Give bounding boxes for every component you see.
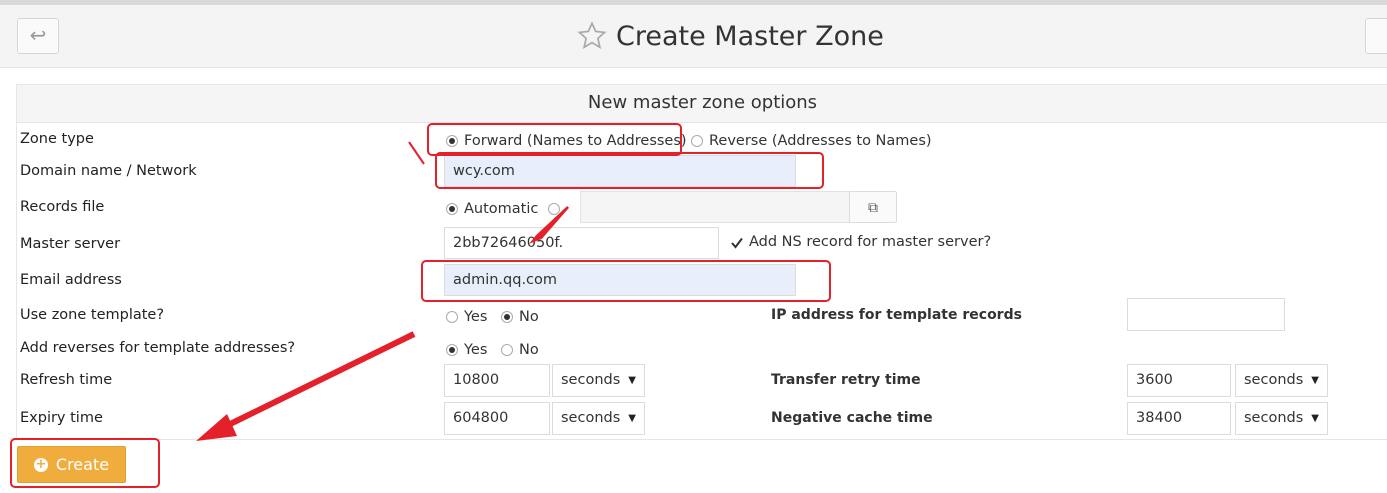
zone-template-yes-radio[interactable] <box>446 311 458 323</box>
page-title: Create Master Zone <box>616 20 884 52</box>
records-file-input[interactable] <box>580 191 850 223</box>
master-server-label: Master server <box>20 236 121 252</box>
zone-type-forward-label[interactable]: Forward (Names to Addresses) <box>464 133 687 149</box>
chevron-down-icon: ▼ <box>1311 413 1319 424</box>
domain-input[interactable]: wcy.com <box>444 155 796 187</box>
negative-cache-unit-select[interactable]: seconds ▼ <box>1235 402 1328 435</box>
panel-heading: New master zone options <box>17 85 1387 123</box>
back-button[interactable]: ↩ <box>17 18 59 54</box>
expiry-unit-value: seconds <box>561 410 621 426</box>
ip-template-input[interactable] <box>1127 298 1285 331</box>
negative-cache-label: Negative cache time <box>771 410 933 426</box>
add-ns-label: Add NS record for master server? <box>749 234 992 250</box>
chevron-down-icon: ▼ <box>1311 375 1319 386</box>
chevron-down-icon: ▼ <box>628 375 636 386</box>
create-button-label: Create <box>55 455 110 474</box>
domain-label: Domain name / Network <box>20 163 197 179</box>
email-label: Email address <box>20 272 122 288</box>
transfer-retry-input[interactable]: 3600 <box>1127 364 1231 397</box>
zone-template-label: Use zone template? <box>20 307 165 323</box>
star-outline-icon[interactable] <box>576 20 608 52</box>
return-arrow-icon: ↩ <box>29 25 47 47</box>
zone-type-reverse-label[interactable]: Reverse (Addresses to Names) <box>709 133 932 149</box>
add-reverses-yes-radio[interactable] <box>446 344 458 356</box>
records-file-label: Records file <box>20 199 105 215</box>
refresh-time-label: Refresh time <box>20 372 113 388</box>
zone-type-forward-radio[interactable] <box>446 135 458 147</box>
refresh-unit-value: seconds <box>561 372 621 388</box>
ip-template-label: IP address for template records <box>771 307 1022 323</box>
chevron-down-icon: ▼ <box>628 413 636 424</box>
transfer-retry-label: Transfer retry time <box>771 372 921 388</box>
expiry-time-input[interactable]: 604800 <box>444 402 550 435</box>
page-header: ↩ Create Master Zone <box>0 5 1387 68</box>
expiry-unit-select[interactable]: seconds ▼ <box>552 402 645 435</box>
master-server-input[interactable]: 2bb72646050f. <box>444 227 719 259</box>
file-chooser-icon: ⧉ <box>868 199 878 215</box>
transfer-retry-unit-select[interactable]: seconds ▼ <box>1235 364 1328 397</box>
plus-circle-icon: + <box>33 456 48 472</box>
zone-template-no-radio[interactable] <box>501 311 513 323</box>
expiry-time-label: Expiry time <box>20 410 103 426</box>
records-file-automatic-label[interactable]: Automatic <box>464 201 538 217</box>
records-file-custom-radio[interactable] <box>548 203 560 215</box>
negative-cache-unit-value: seconds <box>1244 410 1304 426</box>
transfer-retry-unit-value: seconds <box>1244 372 1304 388</box>
add-reverses-no-radio[interactable] <box>501 344 513 356</box>
add-ns-checkbox[interactable] <box>730 236 744 250</box>
refresh-unit-select[interactable]: seconds ▼ <box>552 364 645 397</box>
zone-type-label: Zone type <box>20 131 94 147</box>
file-chooser-button[interactable]: ⧉ <box>849 191 897 223</box>
create-button[interactable]: + Create <box>17 446 126 483</box>
zone-template-no-label[interactable]: No <box>519 309 539 325</box>
zone-type-reverse-radio[interactable] <box>691 135 703 147</box>
title-area: Create Master Zone <box>576 18 884 54</box>
zone-template-yes-label[interactable]: Yes <box>464 309 487 325</box>
add-reverses-yes-label[interactable]: Yes <box>464 342 487 358</box>
records-file-automatic-radio[interactable] <box>446 203 458 215</box>
add-reverses-label: Add reverses for template addresses? <box>20 340 296 356</box>
refresh-button[interactable] <box>1365 18 1387 54</box>
email-input[interactable]: admin.qq.com <box>444 264 796 296</box>
refresh-time-input[interactable]: 10800 <box>444 364 550 397</box>
add-reverses-no-label[interactable]: No <box>519 342 539 358</box>
negative-cache-input[interactable]: 38400 <box>1127 402 1231 435</box>
